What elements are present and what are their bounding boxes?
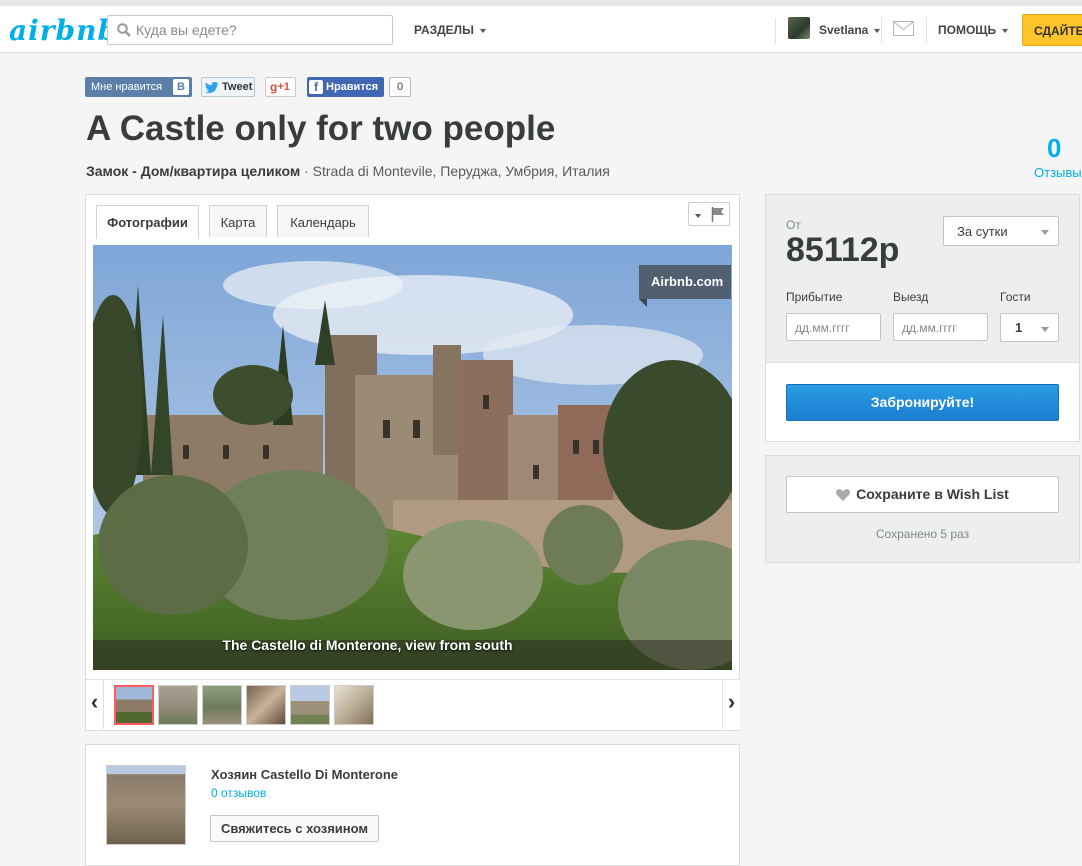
report-listing-button[interactable]: [688, 202, 730, 226]
host-reviews-link[interactable]: 0 отзывов: [211, 786, 266, 800]
host-name: Хозяин Castello Di Monterone: [211, 767, 399, 782]
tab-photos[interactable]: Фотографии: [96, 205, 199, 239]
vk-like-label: Мне нравится: [91, 81, 163, 93]
castle-photo: [93, 245, 732, 670]
facebook-icon: f: [309, 80, 323, 94]
facebook-like-count: 0: [389, 77, 411, 97]
photo-thumbnail[interactable]: [158, 685, 198, 725]
price-from-label: От: [786, 218, 801, 232]
saved-count: Сохранено 5 раз: [875, 527, 970, 541]
reviews-link[interactable]: Отзывы: [1034, 165, 1082, 180]
vk-like-button[interactable]: Мне нравится В: [85, 77, 192, 97]
tab-calendar[interactable]: Календарь: [277, 205, 369, 237]
guests-label: Гости: [1000, 290, 1031, 304]
sections-menu[interactable]: РАЗДЕЛЫ: [414, 23, 486, 37]
save-to-wishlist-button[interactable]: Сохраните в Wish List: [786, 476, 1059, 513]
prev-photo-button[interactable]: ‹: [86, 679, 104, 729]
listing-address[interactable]: Strada di Montevile, Перуджа, Умбрия, Ит…: [313, 163, 610, 179]
checkin-label: Прибытие: [786, 290, 843, 304]
flag-icon: [711, 207, 724, 222]
checkin-date-input[interactable]: дд.мм.гггг: [786, 313, 881, 341]
tweet-button[interactable]: Tweet: [201, 77, 255, 97]
google-plus-button[interactable]: g +1: [265, 77, 296, 97]
google-plus-label: +1: [277, 81, 290, 93]
photo-thumbnail[interactable]: [246, 685, 286, 725]
listing-title: A Castle only for two people: [86, 109, 556, 148]
google-plus-icon: g: [270, 80, 278, 94]
airbnb-logo[interactable]: airbnb: [9, 14, 118, 47]
wishlist-label: Сохраните в Wish List: [856, 486, 1009, 502]
divider: [881, 18, 882, 44]
reviews-count[interactable]: 0: [1047, 133, 1061, 164]
heart-icon: [836, 489, 851, 501]
chevron-down-icon: [1041, 327, 1049, 332]
photo-thumbnail[interactable]: [290, 685, 330, 725]
avatar[interactable]: [788, 17, 810, 39]
tab-map[interactable]: Карта: [209, 205, 267, 237]
photo-thumbnail[interactable]: [202, 685, 242, 725]
price-period-value: За сутки: [957, 224, 1008, 239]
divider: [926, 18, 927, 44]
contact-host-button[interactable]: Свяжитесь с хозяином: [210, 815, 379, 842]
envelope-icon[interactable]: [893, 21, 914, 36]
search-box[interactable]: [107, 15, 393, 45]
host-photo[interactable]: [106, 765, 186, 845]
listing-subtitle: Замок - Дом/квартира целиком · Strada di…: [86, 163, 610, 179]
chevron-down-icon: [695, 214, 701, 218]
top-navigation-bar: airbnb РАЗДЕЛЫ Svetlana ПОМОЩЬ СДАЙТЕ: [0, 0, 1082, 53]
nightly-price: 85112р: [786, 231, 900, 269]
photo-thumbnail[interactable]: [114, 685, 154, 725]
facebook-like-button[interactable]: f Нравится: [307, 77, 384, 97]
chevron-down-icon: [874, 28, 881, 33]
airbnb-watermark: Airbnb.com: [639, 265, 731, 307]
main-listing-photo[interactable]: [93, 245, 732, 670]
chevron-down-icon: [1041, 230, 1049, 235]
checkout-date-input[interactable]: дд.мм.гггг: [893, 313, 988, 341]
vk-icon: В: [173, 79, 189, 95]
guests-value: 1: [1015, 320, 1023, 335]
guests-select[interactable]: 1: [1000, 313, 1059, 342]
help-menu[interactable]: ПОМОЩЬ: [938, 23, 1009, 37]
room-type: Замок - Дом/квартира целиком: [86, 163, 301, 179]
photo-caption: The Castello di Monterone, view from sou…: [222, 637, 513, 653]
next-photo-button[interactable]: ›: [722, 679, 740, 729]
sections-label: РАЗДЕЛЫ: [414, 23, 474, 37]
twitter-bird-icon: [205, 81, 219, 93]
search-icon: [117, 23, 131, 37]
checkout-label: Выезд: [893, 290, 929, 304]
user-menu[interactable]: Svetlana: [819, 23, 881, 37]
book-button[interactable]: Забронируйте!: [786, 384, 1059, 421]
facebook-like-label: Нравится: [326, 81, 379, 93]
help-label: ПОМОЩЬ: [938, 23, 997, 37]
user-name: Svetlana: [819, 23, 869, 37]
photo-thumbnail[interactable]: [334, 685, 374, 725]
list-your-space-button[interactable]: СДАЙТЕ: [1022, 14, 1082, 46]
search-input[interactable]: [136, 20, 384, 40]
chevron-down-icon: [479, 28, 486, 33]
divider: [775, 18, 776, 44]
chevron-down-icon: [1002, 28, 1009, 33]
price-period-select[interactable]: За сутки: [943, 216, 1059, 246]
tweet-label: Tweet: [222, 81, 253, 93]
